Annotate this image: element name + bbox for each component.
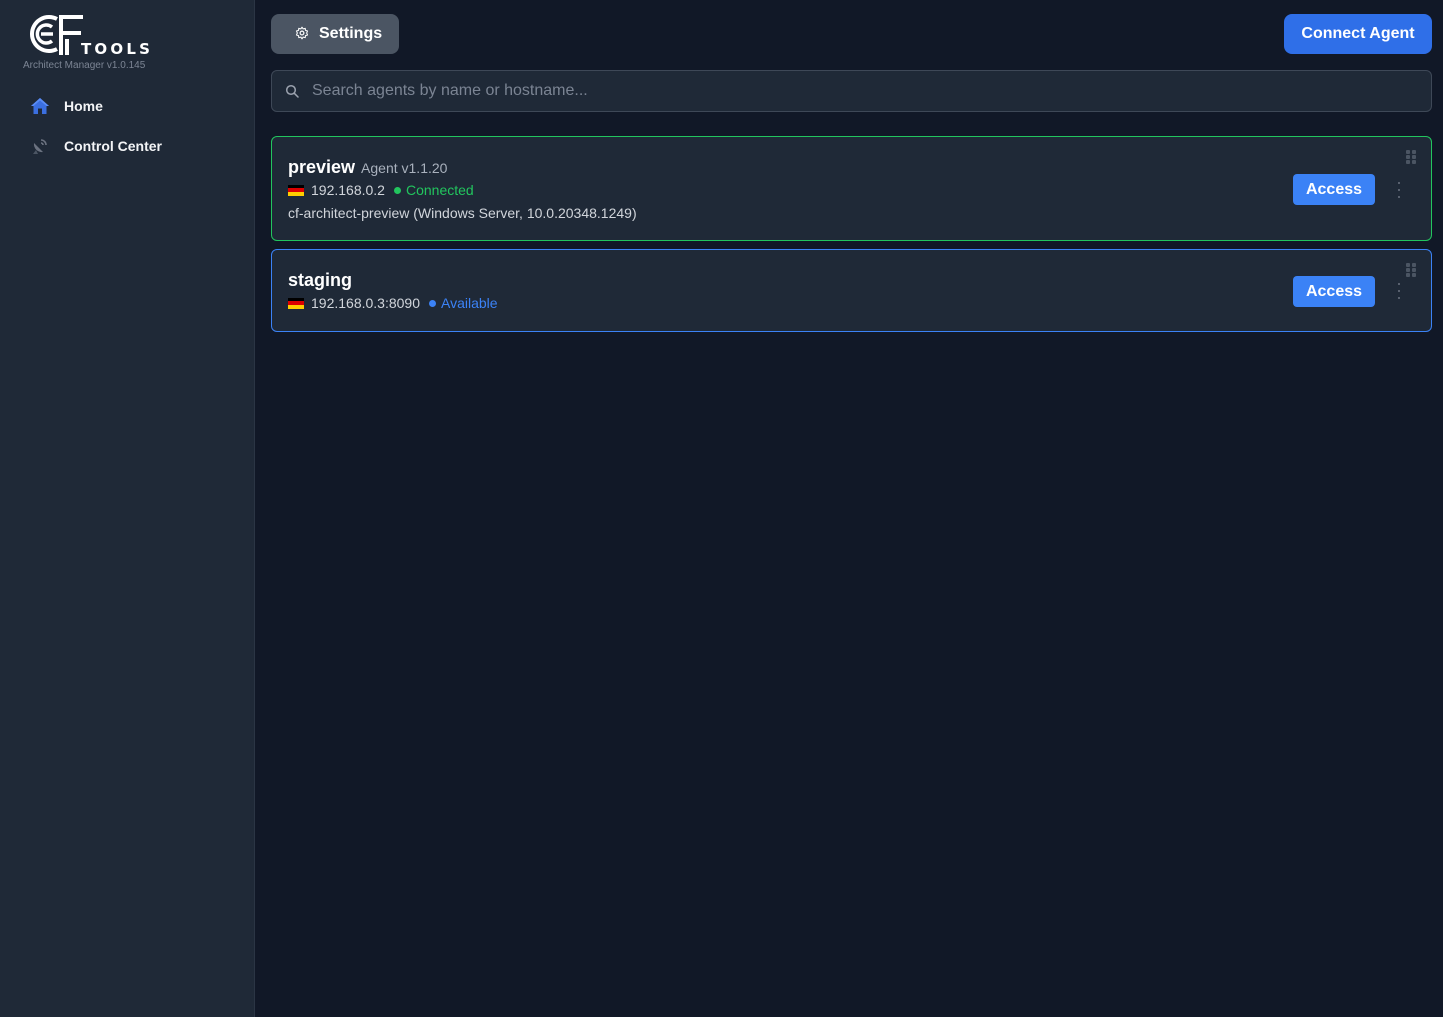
home-icon — [29, 95, 51, 117]
status-badge: Available — [429, 295, 498, 311]
status-dot-icon — [393, 186, 401, 194]
access-button[interactable]: Access — [1293, 276, 1375, 307]
sidebar-item-label: Control Center — [64, 138, 162, 154]
settings-button[interactable]: Settings — [271, 14, 399, 54]
connect-agent-button[interactable]: Connect Agent — [1284, 14, 1432, 54]
gear-icon — [295, 26, 311, 42]
app-version: Architect Manager v1.0.145 — [23, 60, 146, 71]
satellite-dish-icon — [29, 135, 51, 157]
agent-hostname: cf-architect-preview (Windows Server, 10… — [288, 205, 637, 221]
agent-connection-line: 192.168.0.3:8090 Available — [288, 295, 498, 311]
status-text: Available — [441, 295, 498, 311]
sidebar-item-control-center[interactable]: Control Center — [0, 126, 255, 166]
germany-flag-icon — [288, 297, 304, 309]
agent-name: preview — [288, 157, 356, 177]
agent-connection-line: 192.168.0.2 Connected — [288, 182, 474, 198]
sidebar-item-home[interactable]: Home — [0, 86, 255, 126]
drag-handle-icon[interactable] — [1406, 263, 1416, 277]
drag-handle-icon[interactable] — [1406, 150, 1416, 164]
search-input[interactable] — [312, 82, 1431, 100]
germany-flag-icon — [288, 184, 304, 196]
logo-tools-text: TOOLS — [81, 40, 154, 58]
agent-name: staging — [288, 270, 353, 290]
status-dot-icon — [429, 299, 436, 307]
status-text: Connected — [405, 182, 474, 198]
main-content: Settings Connect Agent preview Agent v1.… — [255, 0, 1443, 1017]
sidebar: TOOLS Architect Manager v1.0.145 Home Co… — [0, 0, 255, 1017]
status-badge: Connected — [393, 182, 474, 198]
access-button[interactable]: Access — [1293, 174, 1375, 205]
search-icon — [285, 84, 299, 98]
agent-title: preview Agent v1.1.20 — [288, 157, 447, 178]
more-options-icon[interactable] — [1392, 182, 1406, 198]
sidebar-item-label: Home — [64, 98, 103, 114]
settings-button-label: Settings — [319, 25, 383, 42]
app-logo: TOOLS Architect Manager v1.0.145 — [23, 13, 203, 73]
agent-ip: 192.168.0.2 — [311, 182, 385, 198]
agent-ip: 192.168.0.3:8090 — [311, 295, 420, 311]
agent-card-preview: preview Agent v1.1.20 192.168.0.2 Connec… — [271, 136, 1432, 241]
agent-title: staging — [288, 270, 352, 291]
more-options-icon[interactable] — [1392, 283, 1406, 299]
sidebar-nav: Home Control Center — [0, 86, 255, 166]
app-root: TOOLS Architect Manager v1.0.145 Home Co… — [0, 0, 1443, 1017]
cf-logo-mark — [30, 15, 83, 55]
search-bar — [271, 70, 1432, 112]
agent-version: Agent v1.1.20 — [361, 160, 448, 176]
agent-card-staging: staging 192.168.0.3:8090 Available Acces… — [271, 249, 1432, 332]
